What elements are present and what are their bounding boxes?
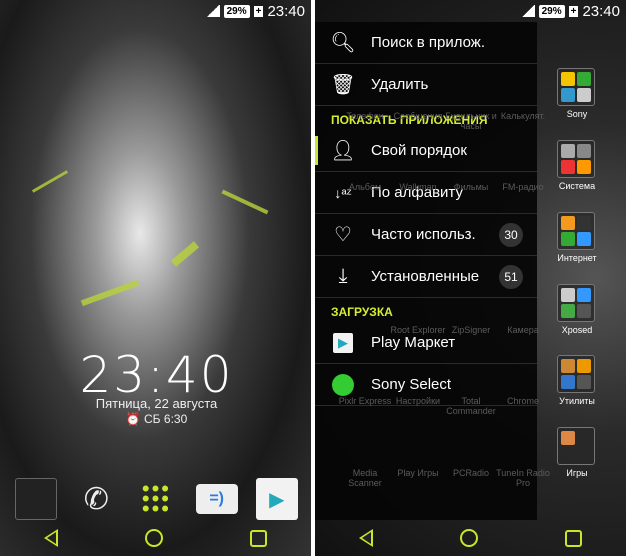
sort-alphabetical-item[interactable]: ↓ᵃᶻ По алфавиту <box>315 172 537 214</box>
alarm-time: СБ 6:30 <box>144 412 188 426</box>
status-time: 23:40 <box>267 2 305 20</box>
signal-icon <box>520 5 535 17</box>
bg-app-label: Будильник и часы <box>445 111 497 131</box>
download-icon: ⤓ <box>338 265 348 287</box>
drawer-menu: 🔍︎ Поиск в прилож. 🗑︎ Удалить ПОКАЗАТЬ ПРИ… <box>315 22 537 520</box>
status-bar: 29% + 23:40 <box>205 0 311 22</box>
folder-xposed[interactable]: Xposed <box>557 284 597 335</box>
recents-button[interactable] <box>250 529 268 547</box>
bg-app-label: Альбом <box>348 182 382 192</box>
folder-label: Sony <box>566 109 588 119</box>
messages-icon[interactable]: =) <box>195 484 238 514</box>
bg-app-label: Настройки <box>395 396 441 406</box>
folder-label: Система <box>558 181 596 191</box>
back-button[interactable] <box>358 529 373 547</box>
folder-games[interactable]: Игры <box>557 427 597 478</box>
home-button[interactable] <box>144 529 163 547</box>
sort-custom-item[interactable]: 👤︎ Свой порядок <box>315 130 537 172</box>
count-badge: 51 <box>499 264 523 289</box>
bg-app-label: Pixlr Express <box>338 396 392 406</box>
bg-app-label: ZipSigner <box>451 325 491 335</box>
charging-icon: + <box>253 5 264 17</box>
person-icon: 👤︎ <box>330 140 356 162</box>
menu-label: Sony Select <box>371 376 452 393</box>
trash-icon: 🗑︎ <box>330 74 356 96</box>
heart-icon: ♡ <box>334 224 352 246</box>
nav-bar <box>0 520 311 556</box>
download-header: ЗАГРУЗКА <box>331 305 393 319</box>
wallpaper-shard <box>31 170 69 193</box>
bg-app-label: PCRadio <box>452 468 490 478</box>
lock-date: Пятница, 22 августа <box>95 396 218 411</box>
bg-app-label: Walkman <box>399 182 437 192</box>
bg-app-label: Камера <box>507 325 539 335</box>
bg-app-label: TuneIn Radio Pro <box>496 468 550 488</box>
bg-app-label: Root Explorer <box>390 325 446 335</box>
bg-app-label: Телефон <box>346 111 384 121</box>
signal-icon <box>205 5 220 17</box>
sort-frequent-item[interactable]: ♡ Часто использ. 30 <box>315 214 537 256</box>
folder-label: Xposed <box>561 325 593 335</box>
menu-label: Удалить <box>371 76 429 93</box>
bg-app-label: Chrome <box>506 396 539 406</box>
search-apps-item[interactable]: 🔍︎ Поиск в прилож. <box>315 22 537 64</box>
app-drawer-phone: 29% + 23:40 Телефон Сообщения Будильник … <box>315 0 626 556</box>
bg-app-label: Калькулят. <box>500 111 546 121</box>
bg-app-label: Play Игры <box>397 468 439 478</box>
menu-label: Play Маркет <box>371 334 456 351</box>
menu-label: Поиск в прилож. <box>371 34 486 51</box>
status-bar: 29% + 23:40 <box>520 0 626 22</box>
bg-app-label: Сообщения <box>393 111 443 121</box>
folder-system[interactable]: Система <box>557 140 597 191</box>
wallpaper-shard <box>170 241 200 267</box>
bg-app-label: Total Commander <box>446 396 496 416</box>
play-store-icon: ▶ <box>315 332 371 353</box>
home-button[interactable] <box>459 529 478 547</box>
dock: ✆ ••• ••• ••• =) ▶ <box>0 478 311 520</box>
folder-utilities[interactable]: Утилиты <box>557 355 597 406</box>
menu-label: Установленные <box>371 268 480 285</box>
play-store-icon[interactable]: ▶ <box>255 478 298 520</box>
folder-sony[interactable]: Sony <box>557 68 597 119</box>
delete-item[interactable]: 🗑︎ Удалить <box>315 64 537 106</box>
battery-icon: 29% <box>223 4 250 18</box>
recents-button[interactable] <box>565 529 583 547</box>
back-button[interactable] <box>43 529 58 547</box>
folder-label: Утилиты <box>559 396 595 406</box>
wallpaper-shard <box>221 189 269 215</box>
search-icon: 🔍︎ <box>330 32 356 54</box>
wallpaper-shard <box>80 279 140 307</box>
bg-app-label: FM-радио <box>502 182 544 192</box>
menu-label: Свой порядок <box>371 142 467 159</box>
folder-label: Игры <box>566 468 588 478</box>
lockscreen-phone: 29% + 23:40 23:40 Пятница, 22 августа ⏰ … <box>0 0 311 556</box>
sony-select-icon <box>315 373 371 396</box>
folder-label: Интернет <box>557 253 597 263</box>
folder-internet[interactable]: Интернет <box>557 212 597 263</box>
sort-installed-item[interactable]: ⤓ Установленные 51 <box>315 256 537 298</box>
bg-app-label: Media Scanner <box>348 468 382 488</box>
battery-icon: 29% <box>538 4 565 18</box>
app-drawer-icon[interactable]: ••• ••• ••• <box>135 478 177 520</box>
nav-bar <box>315 520 626 556</box>
status-time: 23:40 <box>582 2 620 20</box>
charging-icon: + <box>568 5 579 17</box>
alarm-icon: ⏰ <box>125 412 145 426</box>
bg-app-label: Фильмы <box>453 182 489 192</box>
folder-icon[interactable] <box>15 478 58 520</box>
menu-label: Часто использ. <box>371 226 476 243</box>
phone-icon[interactable]: ✆ <box>75 478 117 520</box>
lock-alarm: ⏰ СБ 6:30 <box>0 412 311 426</box>
count-badge: 30 <box>499 222 523 247</box>
